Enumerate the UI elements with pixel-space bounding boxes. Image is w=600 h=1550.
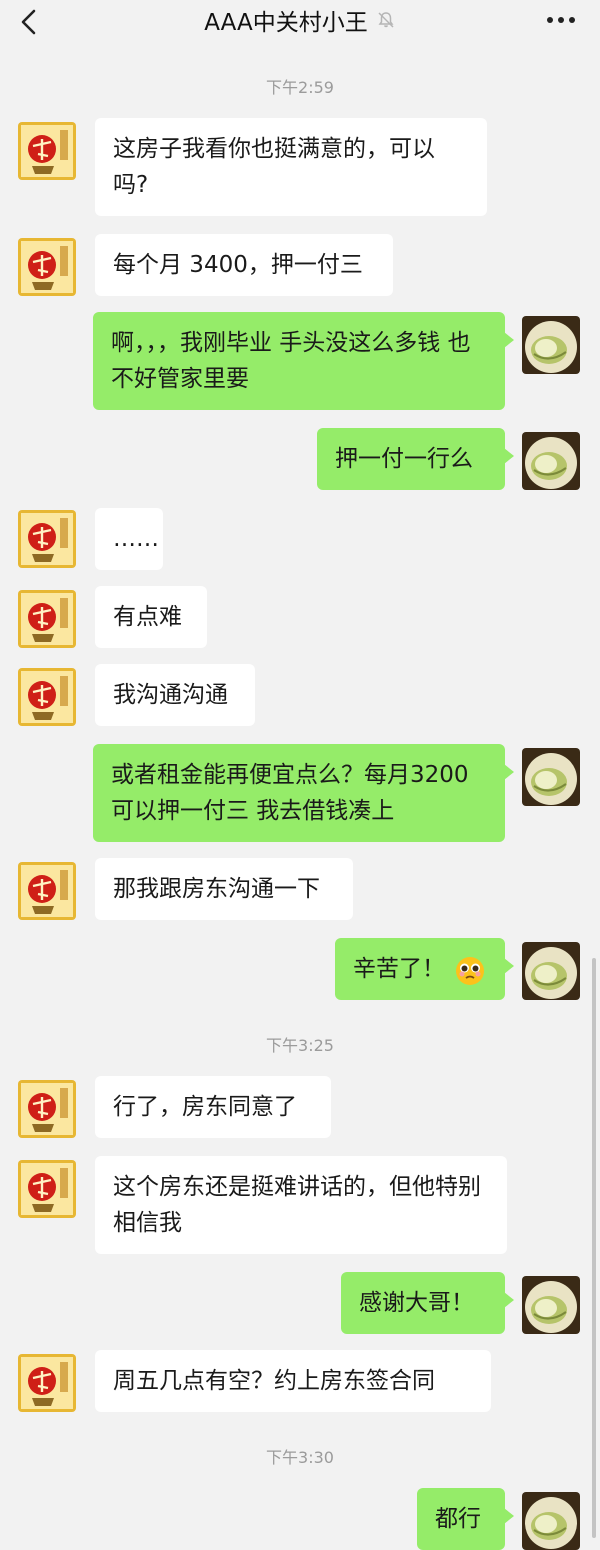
contact-avatar[interactable]: [18, 1080, 76, 1138]
more-dots-icon: [547, 17, 575, 23]
incoming-message-bubble: 每个月 3400，押一付三: [95, 234, 393, 296]
incoming-message-bubble: 行了，房东同意了: [95, 1076, 331, 1138]
contact-avatar[interactable]: [18, 590, 76, 648]
my-avatar[interactable]: [522, 748, 580, 806]
message-text: 辛苦了！: [353, 956, 445, 982]
contact-avatar[interactable]: [18, 238, 76, 296]
incoming-message-bubble: 周五几点有空？约上房东签合同: [95, 1350, 491, 1412]
chat-title: AAA中关村小王: [204, 10, 368, 36]
outgoing-message-bubble: 啊，，，我刚毕业 手头没这么多钱 也不好管家里要: [93, 312, 514, 410]
outgoing-message-bubble: 都行: [417, 1488, 514, 1550]
incoming-message-bubble: 这房子我看你也挺满意的，可以吗?: [95, 118, 487, 216]
incoming-message-bubble: 我沟通沟通: [95, 664, 255, 726]
contact-avatar[interactable]: [18, 1160, 76, 1218]
contact-avatar[interactable]: [18, 510, 76, 568]
scrollbar[interactable]: [592, 958, 596, 1538]
bell-off-icon: [378, 12, 394, 28]
my-avatar[interactable]: [522, 432, 580, 490]
my-avatar[interactable]: [522, 1492, 580, 1550]
incoming-message-bubble: 有点难: [95, 586, 207, 648]
my-avatar[interactable]: [522, 316, 580, 374]
outgoing-message-bubble: 感谢大哥！: [341, 1272, 514, 1334]
outgoing-message-bubble: 辛苦了！: [335, 938, 514, 1000]
my-avatar[interactable]: [522, 942, 580, 1000]
more-button[interactable]: [544, 8, 578, 32]
outgoing-message-bubble: 押一付一行么: [317, 428, 514, 490]
contact-avatar[interactable]: [18, 122, 76, 180]
my-avatar[interactable]: [522, 1276, 580, 1334]
timestamp: 下午2:59: [266, 78, 334, 97]
outgoing-message-bubble: 或者租金能再便宜点么？每月3200 可以押一付三 我去借钱凑上: [93, 744, 514, 842]
incoming-message-bubble: ……: [95, 508, 163, 570]
contact-avatar[interactable]: [18, 668, 76, 726]
incoming-message-bubble: 这个房东还是挺难讲话的，但他特别相信我: [95, 1156, 507, 1254]
timestamp: 下午3:25: [266, 1036, 334, 1055]
incoming-message-bubble: 那我跟房东沟通一下: [95, 858, 353, 920]
chat-header: AAA中关村小王: [0, 0, 600, 44]
contact-avatar[interactable]: [18, 1354, 76, 1412]
pleading-face-emoji: [456, 956, 484, 985]
timestamp: 下午3:30: [266, 1448, 334, 1467]
contact-avatar[interactable]: [18, 862, 76, 920]
